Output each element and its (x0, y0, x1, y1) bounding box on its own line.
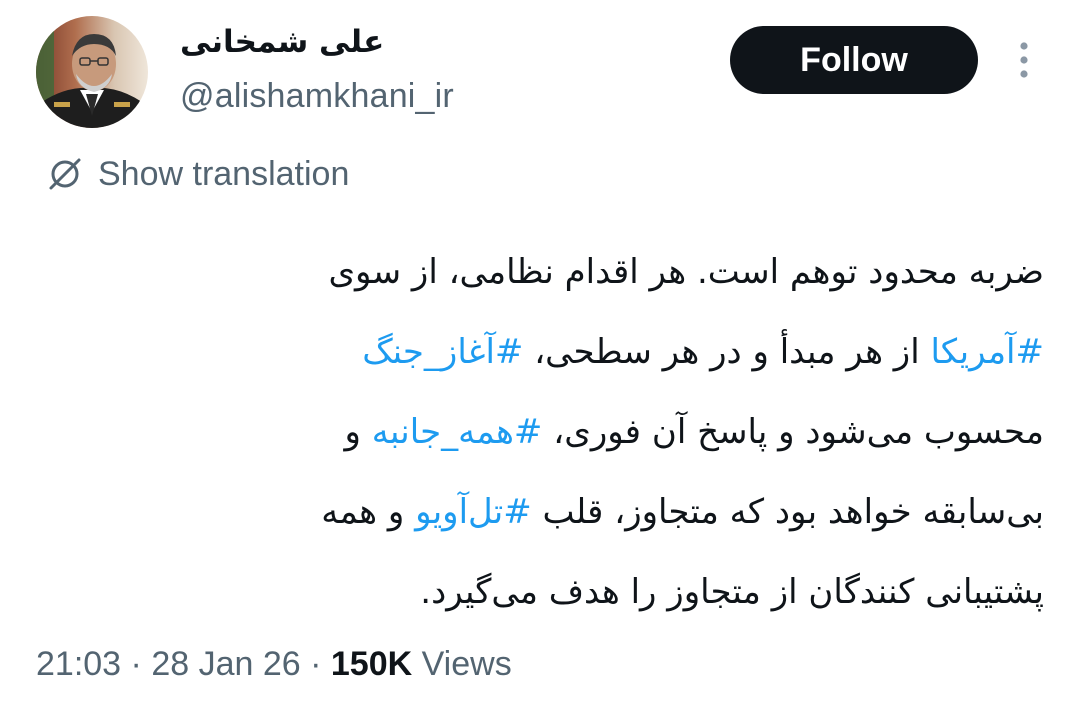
show-translation-link[interactable]: Show translation (46, 152, 349, 196)
tweet-text-run: پشتیبانی کنندگان از متجاوز را هدف می‌گیر… (420, 572, 1044, 612)
hashtag-link[interactable]: #آغاز_جنگ (362, 332, 523, 372)
show-translation-label: Show translation (98, 155, 350, 193)
follow-button[interactable]: Follow (730, 26, 978, 94)
views-count: 150K (330, 645, 413, 683)
hashtag-link[interactable]: #همه_جانبه (372, 412, 543, 452)
tweet-line: پشتیبانی کنندگان از متجاوز را هدف می‌گیر… (34, 552, 1044, 632)
tweet-text-run: ضربه محدود توهم است. هر اقدام نظامی، از … (328, 252, 1044, 292)
author-display-name[interactable]: علی شمخانی (180, 20, 384, 64)
hashtag-link[interactable]: #آمریکا (930, 332, 1044, 372)
avatar[interactable] (36, 16, 148, 128)
separator-dot: · (121, 645, 152, 683)
tweet-text-run: محسوب می‌شود و پاسخ آن فوری، (542, 412, 1044, 452)
tweet-text-run: بی‌سابقه خواهد بود که متجاوز، قلب (531, 492, 1044, 532)
profile-photo (36, 16, 148, 128)
tweet-metadata: 21:03 · 28 Jan 26 · 150K Views (36, 640, 512, 688)
tweet-date[interactable]: 28 Jan 26 (151, 645, 300, 683)
tweet-line: محسوب می‌شود و پاسخ آن فوری، #همه_جانبه … (34, 392, 1044, 472)
tweet-text: ضربه محدود توهم است. هر اقدام نظامی، از … (34, 232, 1044, 632)
tweet-text-run: و (344, 412, 372, 452)
more-options-button[interactable] (1008, 40, 1040, 80)
translate-icon (49, 158, 81, 190)
views-label: Views (412, 645, 512, 683)
hashtag-link[interactable]: #تل‌آویو (415, 492, 532, 532)
tweet-line: بی‌سابقه خواهد بود که متجاوز، قلب #تل‌آو… (34, 472, 1044, 552)
tweet-text-run: از هر مبدأ و در هر سطحی، (523, 332, 931, 372)
tweet-line: ضربه محدود توهم است. هر اقدام نظامی، از … (34, 232, 1044, 312)
tweet-text-run: و همه (321, 492, 416, 532)
separator-dot: · (300, 645, 331, 683)
tweet-line: #آمریکا از هر مبدأ و در هر سطحی، #آغاز_ج… (34, 312, 1044, 392)
more-vertical-icon (1020, 42, 1028, 78)
tweet-time[interactable]: 21:03 (36, 645, 121, 683)
author-handle[interactable]: @alishamkhani_ir (180, 74, 454, 118)
